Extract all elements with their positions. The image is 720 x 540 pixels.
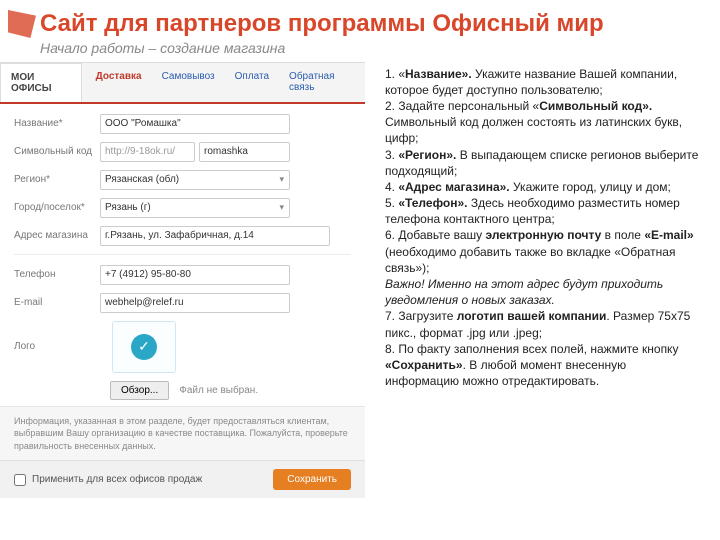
apply-all-input[interactable]	[14, 474, 26, 486]
apply-all-label: Применить для всех офисов продаж	[32, 474, 202, 485]
form-body: Название* Символьный код Регион*	[0, 104, 365, 406]
no-file-label: Файл не выбран.	[179, 385, 258, 396]
tab-pickup[interactable]: Самовывоз	[152, 63, 225, 102]
check-icon: ✓	[131, 334, 157, 360]
instructions-text: 1. «Название». Укажите название Вашей ко…	[365, 62, 712, 499]
info-note: Информация, указанная в этом разделе, бу…	[0, 406, 365, 461]
storefront-form-panel: МОИ ОФИСЫ Доставка Самовывоз Оплата Обра…	[0, 62, 365, 499]
slide-title: Сайт для партнеров программы Офисный мир	[0, 0, 720, 38]
input-phone[interactable]	[100, 265, 290, 285]
label-phone: Телефон	[14, 269, 100, 280]
divider	[14, 254, 351, 255]
footer-bar: Применить для всех офисов продаж Сохрани…	[0, 460, 365, 498]
slide-subtitle: Начало работы – создание магазина	[0, 38, 720, 62]
input-email[interactable]	[100, 293, 290, 313]
logo-thumbnail[interactable]: ✓	[112, 321, 176, 373]
label-city: Город/поселок*	[14, 202, 100, 213]
label-logo: Лого	[14, 341, 100, 352]
label-email: E-mail	[14, 297, 100, 308]
tab-delivery[interactable]: Доставка	[86, 63, 152, 102]
select-city[interactable]	[100, 198, 290, 218]
tab-bar: МОИ ОФИСЫ Доставка Самовывоз Оплата Обра…	[0, 63, 365, 104]
browse-button[interactable]: Обзор...	[110, 381, 169, 400]
tab-feedback[interactable]: Обратная связь	[279, 63, 365, 102]
input-url-code[interactable]	[199, 142, 290, 162]
input-name[interactable]	[100, 114, 290, 134]
input-url-prefix	[100, 142, 195, 162]
tab-my-offices[interactable]: МОИ ОФИСЫ	[0, 63, 82, 102]
label-region: Регион*	[14, 174, 100, 185]
input-address[interactable]	[100, 226, 330, 246]
label-name: Название*	[14, 118, 100, 129]
label-address: Адрес магазина	[14, 230, 100, 241]
apply-all-checkbox[interactable]: Применить для всех офисов продаж	[14, 474, 202, 486]
tab-payment[interactable]: Оплата	[225, 63, 279, 102]
label-code: Символьный код	[14, 146, 100, 157]
save-button[interactable]: Сохранить	[273, 469, 351, 490]
select-region[interactable]	[100, 170, 290, 190]
